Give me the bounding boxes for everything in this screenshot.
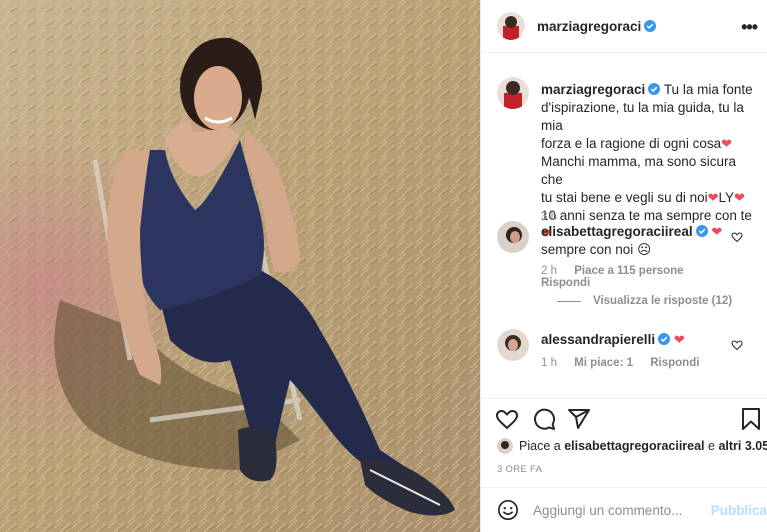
comments-list: marziagregoraci Tu la mia fonte d'ispira… xyxy=(481,53,767,398)
publish-button[interactable]: Pubblica xyxy=(711,503,767,518)
sad-face-emoji-icon: ☹ xyxy=(637,242,652,257)
post-container: marziagregoraci ••• marziagregoraci Tu l… xyxy=(0,0,767,532)
emoji-smiley-icon[interactable] xyxy=(497,499,519,521)
likes-summary: Piace a elisabettagregoraciireal e altri… xyxy=(497,436,767,456)
comment-likes[interactable]: Mi piace: 1 xyxy=(574,357,633,369)
commenter-username[interactable]: elisabettagregoraciireal xyxy=(541,224,693,239)
reply-button[interactable]: Rispondi xyxy=(650,357,699,369)
post-sidebar: marziagregoraci ••• marziagregoraci Tu l… xyxy=(480,0,767,532)
like-heart-icon[interactable] xyxy=(495,407,519,431)
share-send-icon[interactable] xyxy=(567,407,591,431)
comment-input[interactable] xyxy=(533,502,703,518)
add-comment-bar: Pubblica xyxy=(481,487,767,532)
caption: marziagregoraci Tu la mia fonte d'ispira… xyxy=(497,77,755,241)
post-actions xyxy=(481,398,767,438)
verified-badge-icon xyxy=(658,333,671,345)
comment-time[interactable]: 1 h xyxy=(541,357,557,369)
comment-time[interactable]: 2 h xyxy=(541,265,557,277)
comment-text: elisabettagregoraciireal ❤ sempre con no… xyxy=(541,224,723,257)
post-photo[interactable] xyxy=(0,0,480,532)
comment-item: elisabettagregoraciireal ❤ sempre con no… xyxy=(497,221,755,321)
view-replies[interactable]: Visualizza le risposte (12) xyxy=(557,295,732,307)
comment-item: alessandrapierelli ❤ 1 h Mi piace: 1 Ris… xyxy=(497,329,755,389)
comment-meta: 2 h Piace a 115 persone Rispondi xyxy=(541,265,755,289)
heart-emoji-icon: ❤ xyxy=(734,190,745,205)
comment-bubble-icon[interactable] xyxy=(532,407,556,431)
verified-badge-icon xyxy=(648,83,661,95)
author-username[interactable]: marziagregoraci xyxy=(537,19,641,34)
comment-meta: 1 h Mi piace: 1 Rispondi xyxy=(541,357,713,369)
heart-emoji-icon: ❤ xyxy=(673,332,685,347)
heart-emoji-icon: ❤ xyxy=(711,224,723,239)
caption-author-avatar[interactable] xyxy=(497,77,529,109)
comment-text: alessandrapierelli ❤ xyxy=(541,331,729,349)
bookmark-icon[interactable] xyxy=(739,407,763,431)
post-header: marziagregoraci ••• xyxy=(481,0,767,53)
commenter-username[interactable]: alessandrapierelli xyxy=(541,332,655,347)
liker-avatar[interactable] xyxy=(497,438,513,454)
comment-like-icon[interactable] xyxy=(731,339,743,351)
commenter-avatar[interactable] xyxy=(497,329,529,361)
author-avatar[interactable] xyxy=(497,12,525,40)
caption-text: marziagregoraci Tu la mia fonte d'ispira… xyxy=(541,82,753,241)
likes-count-link[interactable]: altri 3.054 xyxy=(718,439,767,453)
verified-badge-icon xyxy=(644,20,657,32)
more-horizontal-icon[interactable]: ••• xyxy=(741,17,758,38)
commenter-avatar[interactable] xyxy=(497,221,529,253)
caption-username[interactable]: marziagregoraci xyxy=(541,82,645,97)
post-date[interactable]: 3 ORE FA xyxy=(497,464,542,475)
photo-image xyxy=(0,0,480,532)
comment-likes[interactable]: Piace a 115 persone xyxy=(574,265,683,277)
liker-username[interactable]: elisabettagregoraciireal xyxy=(564,439,704,453)
replies-divider xyxy=(557,300,581,302)
heart-emoji-icon: ❤ xyxy=(707,190,719,205)
verified-badge-icon xyxy=(695,225,708,237)
reply-button[interactable]: Rispondi xyxy=(541,277,590,289)
heart-emoji-icon: ❤ xyxy=(721,136,733,151)
comment-like-icon[interactable] xyxy=(731,231,743,243)
